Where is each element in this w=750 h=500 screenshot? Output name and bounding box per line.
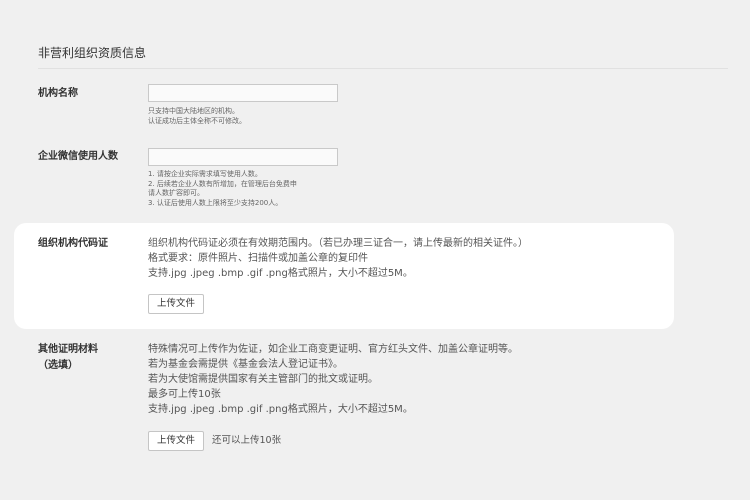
wecom-users-label: 企业微信使用人数 (38, 151, 118, 162)
org-name-hints: 只支持中国大陆地区的机构。 认证成功后主体全称不可修改。 (148, 107, 246, 126)
wecom-users-input[interactable] (148, 148, 338, 166)
hint-line: 1. 请按企业实际需求填写使用人数。 (148, 170, 262, 178)
org-code-label: 组织机构代码证 (38, 238, 108, 249)
desc-line: 若为大使馆需提供国家有关主管部门的批文或证明。 (148, 374, 378, 385)
desc-line: 格式要求：原件照片、扫描件或加盖公章的复印件 (148, 253, 368, 264)
desc-line: 支持.jpg .jpeg .bmp .gif .png格式照片，大小不超过5M。 (148, 268, 413, 279)
hint-line: 认证成功后主体全称不可修改。 (148, 116, 246, 125)
desc-line: 若为基金会需提供《基金会法人登记证书》。 (148, 359, 343, 370)
hint-line: 2. 后续若企业人数有所增加，在管理后台免费申 (148, 179, 297, 188)
org-code-upload-button[interactable]: 上传文件 (148, 294, 205, 314)
other-docs-upload-button[interactable]: 上传文件 (148, 431, 205, 451)
hint-line: 3. 认证后使用人数上限将至少支持200人。 (148, 198, 283, 207)
org-name-input[interactable] (148, 84, 338, 102)
desc-line: 支持.jpg .jpeg .bmp .gif .png格式照片，大小不超过5M。 (148, 404, 413, 415)
desc-line: 特殊情况可上传作为佐证，如企业工商变更证明、官方红头文件、加盖公章证明等。 (148, 344, 518, 355)
org-name-label: 机构名称 (38, 88, 78, 99)
other-docs-label: 其他证明材料 （选填） (38, 342, 98, 374)
hint-line: 只支持中国大陆地区的机构。 (148, 107, 239, 115)
section-divider (38, 68, 728, 69)
hint-line: 请人数扩容即可。 (148, 189, 204, 197)
other-docs-label-optional: （选填） (38, 360, 78, 371)
desc-line: 组织机构代码证必须在有效期范围内。（若已办理三证合一，请上传最新的相关证件。） (148, 238, 528, 249)
org-code-description: 组织机构代码证必须在有效期范围内。（若已办理三证合一，请上传最新的相关证件。） … (148, 236, 528, 281)
desc-line: 最多可上传10张 (148, 389, 221, 400)
wecom-users-hints: 1. 请按企业实际需求填写使用人数。 2. 后续若企业人数有所增加，在管理后台免… (148, 170, 297, 208)
other-docs-description: 特殊情况可上传作为佐证，如企业工商变更证明、官方红头文件、加盖公章证明等。 若为… (148, 342, 518, 417)
upload-remaining-note: 还可以上传10张 (212, 435, 282, 446)
section-title: 非营利组织资质信息 (38, 46, 147, 60)
other-docs-label-title: 其他证明材料 (38, 344, 98, 355)
